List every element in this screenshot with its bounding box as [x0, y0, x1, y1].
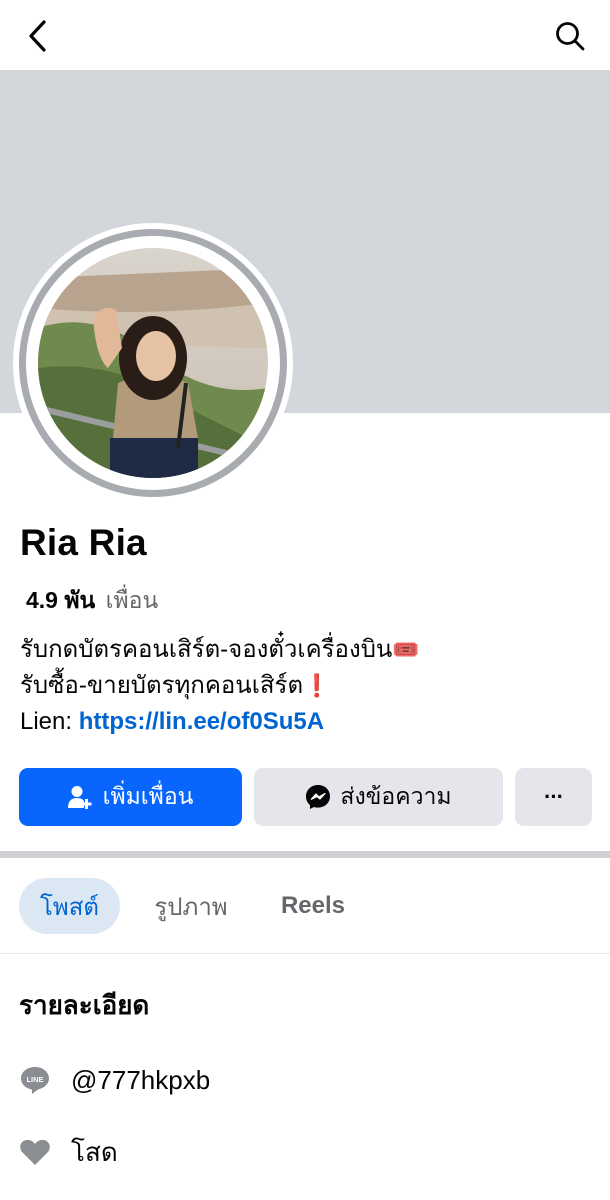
profile-avatar[interactable]	[38, 248, 268, 478]
detail-relationship: โสด	[19, 1132, 118, 1172]
more-dots-icon: ···	[544, 784, 564, 809]
avatar-photo-image	[38, 248, 268, 478]
messenger-icon	[305, 784, 331, 810]
add-friend-label: เพิ่มเพื่อน	[102, 783, 194, 809]
bio-link-prefix: Lien:	[20, 708, 73, 735]
profile-bio: รับกดบัตรคอนเสิร์ต-จองตั๋วเครื่องบิน🎟️ ร…	[20, 632, 420, 740]
section-divider	[0, 851, 610, 858]
top-bar	[0, 0, 610, 70]
line-app-icon: LINE	[19, 1064, 51, 1096]
more-options-button[interactable]: ···	[515, 768, 592, 826]
add-friend-icon	[67, 785, 94, 809]
heart-icon	[19, 1136, 51, 1168]
profile-tabs: โพสต์ รูปภาพ Reels	[0, 858, 610, 954]
message-button[interactable]: ส่งข้อความ	[254, 768, 503, 826]
tabs-divider	[0, 953, 610, 954]
tab-posts[interactable]: โพสต์	[19, 878, 120, 934]
profile-name: Ria Ria	[20, 522, 147, 563]
svg-text:LINE: LINE	[26, 1075, 43, 1084]
friends-count: 4.9 พัน	[26, 587, 96, 613]
bio-link[interactable]: https://lin.ee/of0Su5A	[79, 708, 324, 735]
search-icon	[556, 22, 585, 51]
chevron-left-icon	[29, 20, 46, 52]
exclamation-emoji: ❗	[303, 673, 331, 698]
add-friend-button[interactable]: เพิ่มเพื่อน	[19, 768, 242, 826]
bio-line-2: รับซื้อ-ขายบัตรทุกคอนเสิร์ต❗	[20, 668, 420, 704]
bio-line-2-text: รับซื้อ-ขายบัตรทุกคอนเสิร์ต	[20, 672, 304, 699]
message-label: ส่งข้อความ	[340, 783, 452, 809]
bio-line-1: รับกดบัตรคอนเสิร์ต-จองตั๋วเครื่องบิน🎟️	[20, 632, 420, 668]
back-button[interactable]	[18, 14, 58, 58]
relationship-value: โสด	[71, 1136, 118, 1167]
search-button[interactable]	[550, 14, 590, 58]
bio-line-3: Lien: https://lin.ee/of0Su5A	[20, 704, 420, 740]
bio-line-1-text: รับกดบัตรคอนเสิร์ต-จองตั๋วเครื่องบิน	[20, 636, 393, 663]
tab-reels[interactable]: Reels	[268, 878, 358, 934]
friends-label: เพื่อน	[105, 587, 159, 613]
details-heading: รายละเอียด	[19, 990, 150, 1020]
detail-line-id: LINE @777hkpxb	[19, 1060, 210, 1100]
line-id-value: @777hkpxb	[71, 1064, 211, 1095]
friends-count-link[interactable]: 4.9 พัน เพื่อน	[26, 583, 158, 619]
ticket-emoji: 🎟️	[392, 637, 420, 662]
tab-photos[interactable]: รูปภาพ	[143, 878, 239, 934]
